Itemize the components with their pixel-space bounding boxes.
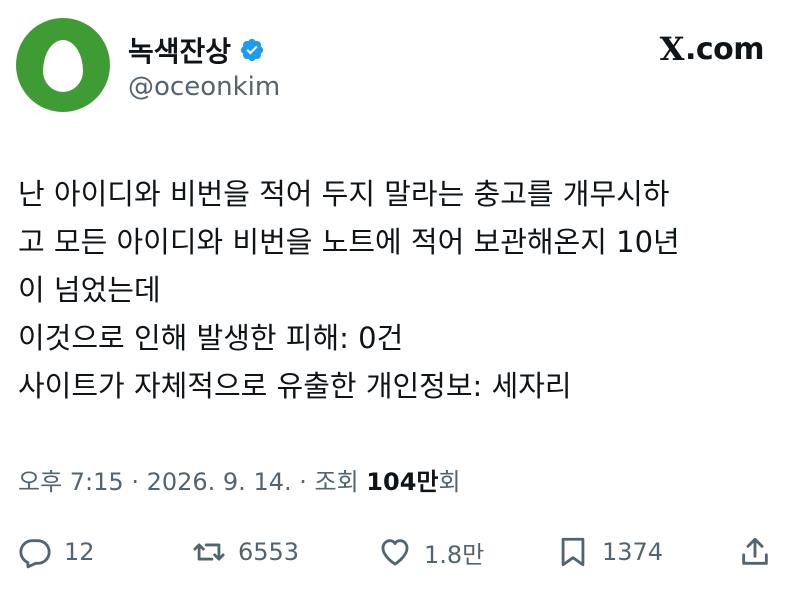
reply-button[interactable]: 12 xyxy=(18,530,95,574)
views-count: 104만 xyxy=(366,468,439,496)
author-name-row: 녹색잔상 xyxy=(128,30,265,70)
x-com-logo: X .com xyxy=(659,30,765,68)
tweet-line: 난 아이디와 비번을 적어 두지 말라는 충고를 개무시하 xyxy=(18,177,670,211)
tweet-time[interactable]: 오후 7:15 xyxy=(18,468,124,496)
egg-icon xyxy=(43,40,83,92)
author-handle[interactable]: @oceonkim xyxy=(128,72,280,102)
retweet-button[interactable]: 6553 xyxy=(192,530,299,574)
reply-count: 12 xyxy=(64,538,95,566)
views-suffix: 회 xyxy=(438,468,461,496)
share-icon xyxy=(742,537,768,565)
bookmark-count: 1374 xyxy=(602,538,664,566)
verified-badge-icon xyxy=(240,38,264,62)
action-bar: 12 6553 1.8만 1374 xyxy=(0,530,800,574)
tweet-line: 사이트가 자체적으로 유출한 개인정보: 세자리 xyxy=(18,369,572,403)
tweet-date[interactable]: 2026. 9. 14. xyxy=(147,468,292,496)
share-button[interactable] xyxy=(738,530,772,574)
retweet-count: 6553 xyxy=(238,538,300,566)
reply-icon xyxy=(19,539,51,569)
views-label: 조회 xyxy=(314,468,367,496)
heart-icon xyxy=(381,539,409,566)
tweet-text: 난 아이디와 비번을 적어 두지 말라는 충고를 개무시하 고 모든 아이디와 … xyxy=(18,170,788,410)
meta-separator: · xyxy=(123,468,147,496)
tweet-line: 이것으로 인해 발생한 피해: 0건 xyxy=(18,321,404,355)
x-logo-icon: X xyxy=(659,30,685,68)
like-count: 1.8만 xyxy=(424,540,485,569)
bookmark-icon xyxy=(561,537,585,567)
retweet-icon xyxy=(193,543,225,561)
meta-separator: · xyxy=(291,468,315,496)
display-name[interactable]: 녹색잔상 xyxy=(128,30,231,70)
bookmark-button[interactable]: 1374 xyxy=(556,530,663,574)
tweet-meta: 오후 7:15 · 2026. 9. 14. · 조회 104만회 xyxy=(18,462,461,497)
like-button[interactable]: 1.8만 xyxy=(378,530,484,574)
tweet-line: 이 넘었는데 xyxy=(18,273,161,307)
x-logo-text: .com xyxy=(684,31,765,67)
avatar[interactable] xyxy=(16,18,110,112)
tweet-line: 고 모든 아이디와 비번을 노트에 적어 보관해온지 10년 xyxy=(18,225,680,259)
